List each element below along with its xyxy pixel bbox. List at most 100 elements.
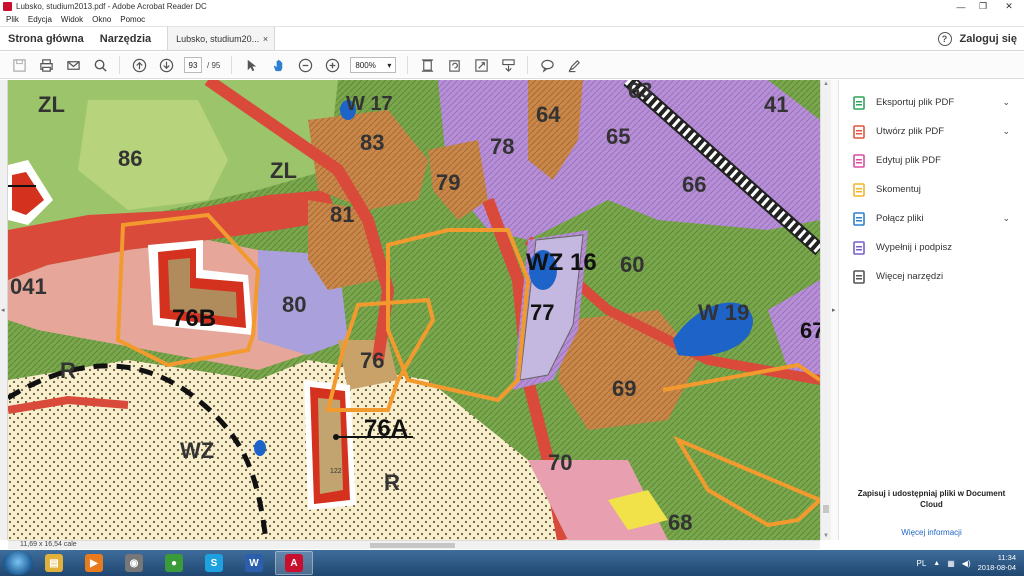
- map-label: 63: [628, 80, 652, 103]
- map-label: 122: [330, 468, 342, 475]
- print-icon[interactable]: [38, 57, 54, 73]
- language-indicator[interactable]: PL: [917, 559, 927, 568]
- map-canvas: ZL W 17 64 63 41 86 83 78 65 ZL 79 66 81…: [8, 80, 820, 540]
- more-tools-icon: [851, 269, 867, 285]
- combine-icon: [851, 211, 867, 227]
- header-right: ? Zaloguj się: [937, 27, 1024, 50]
- map-label: 76B: [172, 305, 216, 332]
- help-icon[interactable]: ?: [937, 31, 952, 46]
- tool-item-create-pdf[interactable]: Utwórz plik PDF ⌄: [839, 117, 1024, 146]
- hscrollbar-thumb[interactable]: [370, 543, 455, 548]
- close-tab-icon[interactable]: ×: [263, 34, 268, 44]
- zoom-out-icon[interactable]: [297, 57, 313, 73]
- tool-label: Połącz pliki: [876, 213, 924, 224]
- next-page-icon[interactable]: [158, 57, 174, 73]
- maximize-button[interactable]: ❐: [972, 0, 994, 13]
- chevron-down-icon[interactable]: ⌄: [1002, 97, 1010, 108]
- taskbar-acrobat[interactable]: A: [275, 551, 313, 575]
- comment-icon[interactable]: [539, 57, 555, 73]
- login-link[interactable]: Zaloguj się: [960, 33, 1017, 45]
- tab-document[interactable]: Lubsko, studium20... ×: [167, 27, 276, 50]
- menu-item-view[interactable]: Widok: [61, 15, 83, 24]
- pdf-page-view[interactable]: ZL W 17 64 63 41 86 83 78 65 ZL 79 66 81…: [8, 80, 820, 540]
- chevron-down-icon[interactable]: ⌄: [1002, 126, 1010, 137]
- scrollbar-thumb[interactable]: [823, 505, 829, 513]
- previous-page-icon[interactable]: [131, 57, 147, 73]
- clock[interactable]: 11:34 2018-08-04: [978, 553, 1016, 573]
- tool-item-combine[interactable]: Połącz pliki ⌄: [839, 204, 1024, 233]
- taskbar-tool[interactable]: ◉: [115, 551, 153, 575]
- save-icon[interactable]: [11, 57, 27, 73]
- menu-item-window[interactable]: Okno: [92, 15, 111, 24]
- scroll-up-icon[interactable]: ▲: [823, 81, 829, 87]
- zoom-in-icon[interactable]: [324, 57, 340, 73]
- page-number-input[interactable]: 93: [184, 57, 202, 73]
- network-icon[interactable]: ▦: [947, 559, 955, 568]
- select-arrow-icon[interactable]: [243, 57, 259, 73]
- page-total: / 95: [207, 60, 221, 70]
- document-cloud-promo: Zapisuj i udostępniaj pliki w Document C…: [857, 489, 1006, 509]
- tool-label: Wypełnij i podpisz: [876, 242, 952, 253]
- chevron-down-icon[interactable]: ⌄: [1002, 213, 1010, 224]
- taskbar-skype[interactable]: S: [195, 551, 233, 575]
- tool-label: Edytuj plik PDF: [876, 155, 941, 166]
- tool-label: Eksportuj plik PDF: [876, 97, 955, 108]
- horizontal-scrollbar[interactable]: [8, 540, 820, 549]
- hand-tool-icon[interactable]: [270, 57, 286, 73]
- menu-item-file[interactable]: Plik: [6, 15, 19, 24]
- map-label: 66: [682, 172, 706, 197]
- more-info-link[interactable]: Więcej informacji: [839, 528, 1024, 537]
- map-label: 70: [548, 450, 572, 475]
- menu-item-edit[interactable]: Edycja: [28, 15, 52, 24]
- taskbar-explorer[interactable]: ▤: [35, 551, 73, 575]
- right-panel-toggle[interactable]: ▸: [831, 80, 839, 540]
- volume-icon[interactable]: ◀): [962, 559, 971, 568]
- map-label: WZ: [180, 438, 214, 463]
- full-screen-icon[interactable]: [473, 57, 489, 73]
- map-label: R: [384, 470, 400, 495]
- start-button[interactable]: [3, 551, 33, 575]
- tool-item-edit-pdf[interactable]: Edytuj plik PDF: [839, 146, 1024, 175]
- search-icon[interactable]: [92, 57, 108, 73]
- taskbar-chrome[interactable]: ●: [155, 551, 193, 575]
- tool-item-comment[interactable]: Skomentuj: [839, 175, 1024, 204]
- menu-item-help[interactable]: Pomoc: [120, 15, 145, 24]
- document-tab-label: Lubsko, studium20...: [176, 33, 260, 44]
- map-label: 60: [620, 252, 644, 277]
- system-tray: PL ▲ ▦ ◀) 11:34 2018-08-04: [917, 553, 1024, 573]
- media-icon: ▶: [85, 554, 103, 572]
- page-dimensions: 11,69 x 16,54 cale: [20, 541, 77, 548]
- scroll-mode-icon[interactable]: [500, 57, 516, 73]
- toolbar-separator: [407, 56, 409, 74]
- acrobat-icon: A: [285, 554, 303, 572]
- email-icon[interactable]: [65, 57, 81, 73]
- map-label: 76: [360, 348, 384, 373]
- map-label: 67: [800, 318, 820, 343]
- chevron-left-icon: ◂: [1, 307, 5, 314]
- rotate-icon[interactable]: [446, 57, 462, 73]
- zoom-level-dropdown[interactable]: 800% ▾: [350, 57, 397, 73]
- vertical-scrollbar[interactable]: ▲ ▼: [820, 80, 831, 540]
- map-label: 76A: [364, 415, 408, 442]
- close-window-button[interactable]: ✕: [994, 0, 1024, 13]
- highlight-pen-icon[interactable]: [566, 57, 582, 73]
- map-label: 41: [764, 92, 788, 117]
- tool-item-export-pdf[interactable]: Eksportuj plik PDF ⌄: [839, 88, 1024, 117]
- fit-page-icon[interactable]: [419, 57, 435, 73]
- taskbar-word[interactable]: W: [235, 551, 273, 575]
- tab-home[interactable]: Strona główna: [0, 27, 92, 50]
- map-label: WZ 16: [526, 249, 597, 276]
- taskbar-media[interactable]: ▶: [75, 551, 113, 575]
- tool-item-fill-sign[interactable]: Wypełnij i podpisz: [839, 233, 1024, 262]
- map-label: ZL: [270, 158, 297, 183]
- minimize-button[interactable]: —: [950, 0, 972, 13]
- toolbar-separator: [231, 56, 233, 74]
- tab-tools[interactable]: Narzędzia: [92, 27, 159, 50]
- window-title: Lubsko, studium2013.pdf - Adobe Acrobat …: [16, 2, 207, 11]
- tool-item-more-tools[interactable]: Więcej narzędzi: [839, 262, 1024, 291]
- show-hidden-icons-icon[interactable]: ▲: [933, 560, 940, 567]
- left-panel-toggle[interactable]: ◂: [0, 80, 8, 540]
- scroll-down-icon[interactable]: ▼: [823, 533, 829, 539]
- word-icon: W: [245, 554, 263, 572]
- skype-icon: S: [205, 554, 223, 572]
